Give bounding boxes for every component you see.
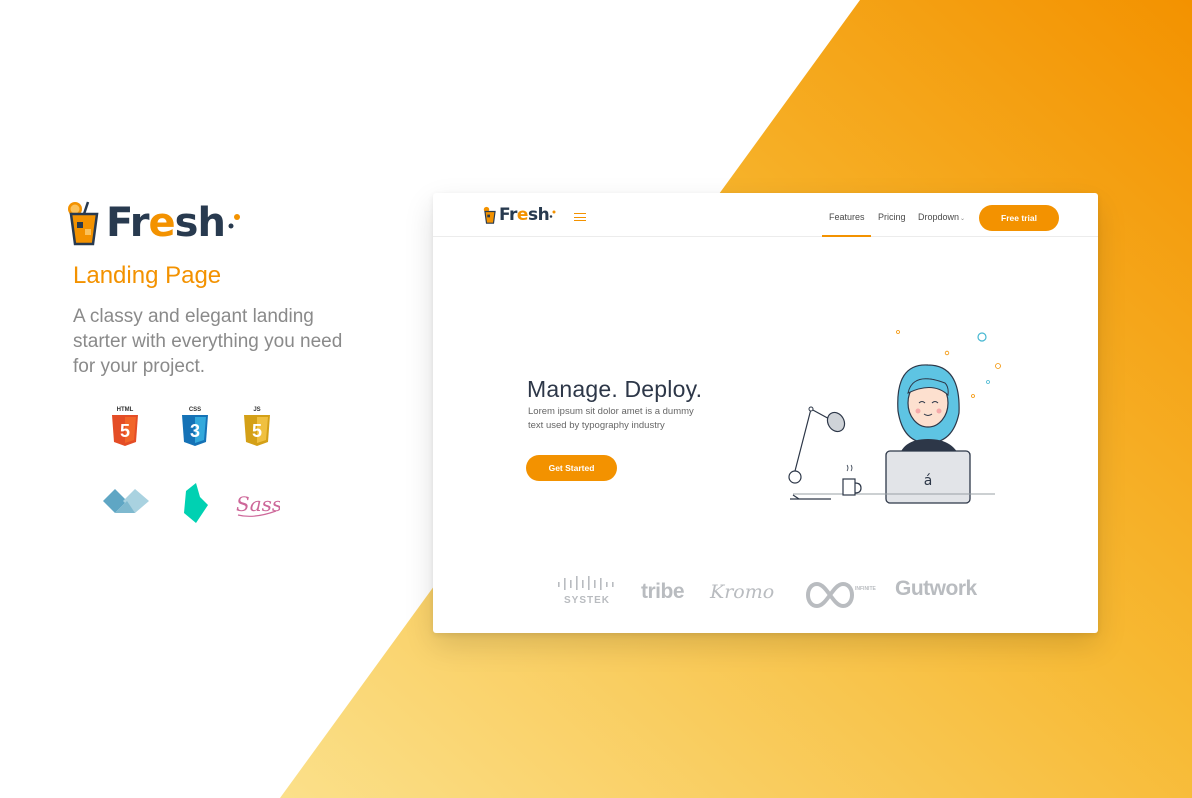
promo-subtitle: Landing Page [73, 262, 222, 289]
systek-bars-icon [558, 576, 614, 590]
hero-description: Lorem ipsum sit dolor amet is a dummy te… [528, 406, 694, 431]
get-started-button[interactable]: Get Started [526, 455, 617, 481]
infinity-icon: INFINITE [806, 581, 876, 609]
client-logos: SYSTEK tribe Kromo INFINITE Gutwork [553, 576, 983, 612]
vuetify-icon [103, 489, 149, 513]
bubble [896, 330, 900, 334]
brand-dots-icon [228, 214, 240, 229]
client-logo-systek: SYSTEK [556, 576, 618, 606]
svg-text:3: 3 [190, 421, 200, 441]
promo-brand: Fresh [66, 198, 386, 248]
landing-page-preview: Fresh Features Pricing Dropdown⌄ Free tr… [433, 193, 1098, 633]
hero-illustration: á [788, 330, 1001, 504]
fresh-drink-icon [68, 201, 99, 246]
svg-text:JS: JS [253, 407, 260, 413]
lamp-icon [788, 470, 802, 484]
svg-text:HTML: HTML [117, 407, 134, 413]
fresh-drink-icon [483, 206, 496, 224]
client-logo-kromo: Kromo [710, 581, 775, 603]
nav-pricing[interactable]: Pricing [878, 212, 906, 222]
bulma-icon [184, 483, 208, 523]
promo-panel: Fresh Landing Page A classy and elegant … [66, 198, 386, 525]
free-trial-button[interactable]: Free trial [979, 205, 1059, 231]
svg-text:á: á [924, 473, 933, 489]
brand-dots-icon [549, 210, 556, 218]
brand-name: Fresh [106, 200, 226, 246]
preview-brand[interactable]: Fresh [483, 205, 556, 225]
chevron-down-icon: ⌄ [960, 216, 966, 222]
hero-title: Manage. Deploy. [527, 376, 703, 402]
preview-navbar: Fresh Features Pricing Dropdown⌄ Free tr… [433, 193, 1098, 237]
hamburger-menu-icon[interactable] [574, 213, 586, 221]
client-logo-tribe: tribe [641, 580, 685, 603]
nav-dropdown-label: Dropdown [918, 212, 960, 222]
bubble [995, 363, 1001, 369]
tech-badges: HTML 5 CSS 3 JS 5 Sass [66, 405, 386, 525]
js-icon: JS 5 [244, 407, 270, 446]
bubble [977, 332, 987, 342]
bubble [986, 380, 990, 384]
svg-text:CSS: CSS [189, 407, 201, 413]
css3-icon: CSS 3 [182, 407, 208, 446]
svg-text:INFINITE: INFINITE [855, 586, 876, 592]
mug-icon [842, 478, 856, 496]
client-systek-text: SYSTEK [564, 595, 611, 606]
svg-text:5: 5 [252, 421, 262, 441]
promo-description: A classy and elegant landing starter wit… [73, 306, 343, 377]
nav-features[interactable]: Features [829, 212, 865, 222]
bubble [971, 394, 975, 398]
nav-dropdown[interactable]: Dropdown⌄ [918, 212, 965, 222]
svg-text:5: 5 [120, 421, 130, 441]
nav-active-indicator [822, 235, 871, 237]
client-logo-gutwork: Gutwork [895, 577, 977, 600]
bubble [944, 350, 950, 356]
client-logo-infinite: INFINITE [803, 580, 879, 615]
html5-icon: HTML 5 [112, 407, 138, 446]
preview-brand-name: Fresh [499, 205, 550, 225]
sass-icon: Sass [236, 492, 280, 517]
